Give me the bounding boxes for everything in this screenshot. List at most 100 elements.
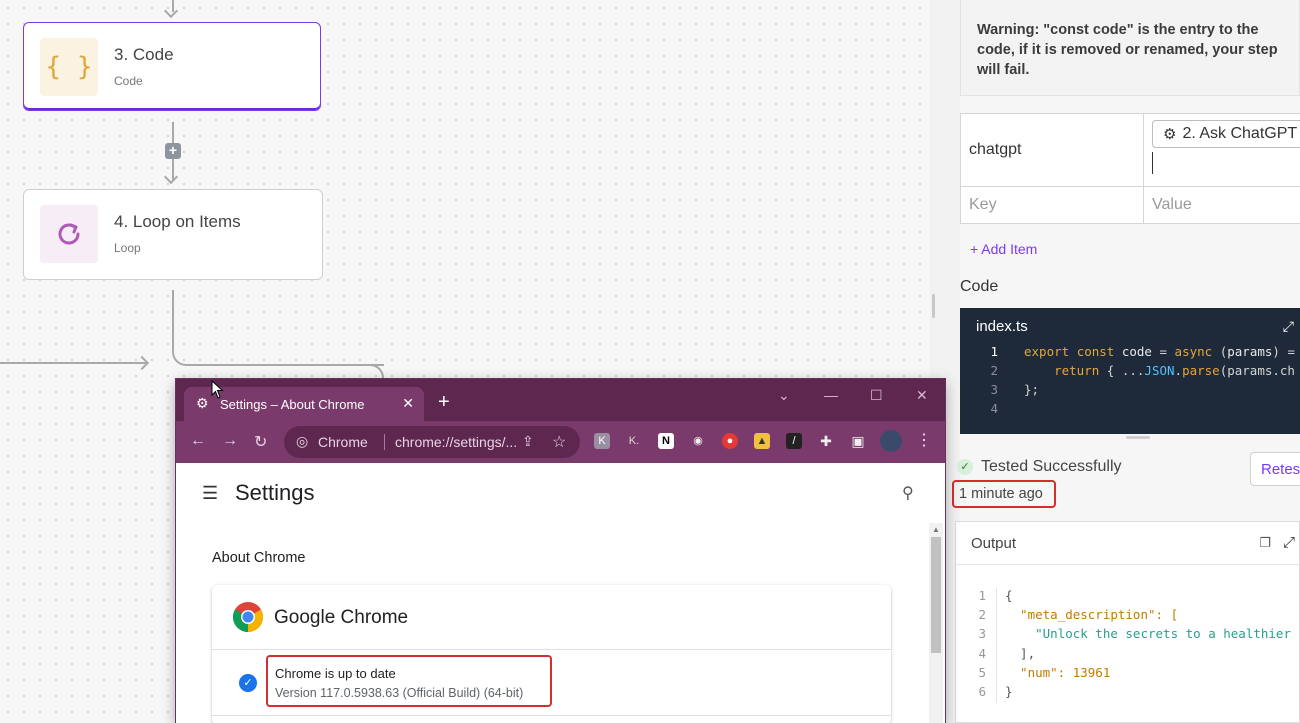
connector-left — [0, 362, 146, 364]
json-line: 1{ — [956, 588, 1291, 608]
about-card: Google Chrome ✓ Chrome is up to date Ver… — [212, 585, 891, 723]
input-value[interactable]: ⚙ 2. Ask ChatGPT — [1144, 114, 1300, 186]
bookmark-star-icon[interactable]: ☆ — [552, 432, 566, 452]
line-number: 3 — [990, 382, 998, 397]
flow-node-code[interactable]: { } 3. Code Code — [23, 22, 321, 111]
node-subtitle: Code — [114, 74, 143, 88]
forward-icon[interactable]: → — [222, 432, 238, 450]
input-row-empty: Key Value — [961, 187, 1300, 223]
update-status: Chrome is up to date Version 117.0.5938.… — [266, 655, 552, 707]
extension-icon[interactable]: / — [786, 433, 802, 449]
node-title: 4. Loop on Items — [114, 212, 241, 231]
code-text: return { ...JSON.parse(params.ch — [1054, 363, 1295, 378]
code-label: Code — [960, 278, 999, 295]
extension-icon[interactable]: ▲ — [754, 433, 770, 449]
close-window-button[interactable]: ✕ — [916, 387, 928, 404]
json-line: 5 "num": 13961 — [956, 664, 1291, 684]
json-line: 3 "Unlock the secrets to a healthier — [956, 626, 1291, 646]
status-text: Tested Successfully — [981, 458, 1122, 475]
reload-icon[interactable]: ↻ — [254, 432, 267, 452]
input-row: chatgpt ⚙ 2. Ask ChatGPT — [961, 114, 1300, 187]
maximize-button[interactable]: ☐ — [870, 387, 883, 404]
code-line: 3}; — [960, 382, 1300, 401]
product-name: Google Chrome — [274, 607, 409, 628]
text-cursor — [1152, 152, 1153, 174]
check-circle-icon: ✓ — [239, 674, 257, 692]
chrome-window[interactable]: ⚙ Settings – About Chrome ✕ + ⌄ — ☐ ✕ ← … — [176, 379, 945, 723]
loop-icon — [40, 205, 98, 263]
json-line: 2 "meta_description": [ — [956, 607, 1291, 627]
editor-resize-grip[interactable] — [1126, 436, 1150, 439]
value-field[interactable]: Value — [1144, 187, 1300, 223]
output-header: Output ❐ ⤢ — [956, 522, 1299, 565]
add-item-button[interactable]: + Add Item — [970, 241, 1037, 257]
connector-curve — [172, 330, 384, 366]
input-key[interactable]: chatgpt — [961, 114, 1144, 186]
extensions-puzzle-icon[interactable]: ✚ — [818, 433, 834, 449]
tab-search-icon[interactable]: ⌄ — [778, 387, 790, 404]
check-circle-icon: ✓ — [957, 459, 973, 475]
section-heading: About Chrome — [212, 550, 306, 566]
page-title: Settings — [235, 480, 315, 505]
expand-icon[interactable]: ⤢ — [1283, 318, 1294, 335]
retest-button[interactable]: Retes — [1250, 452, 1300, 486]
output-json[interactable]: 1{ 2 "meta_description": [ 3 "Unlock the… — [956, 588, 1291, 704]
add-step-button[interactable]: + — [165, 143, 181, 159]
version-text: Version 117.0.5938.63 (Official Build) (… — [275, 686, 524, 700]
omnibox-url[interactable]: chrome://settings/... — [384, 434, 517, 450]
divider — [212, 649, 891, 650]
node-title: 3. Code — [114, 45, 174, 64]
chip-label: 2. Ask ChatGPT — [1182, 125, 1298, 142]
menu-dots-icon[interactable]: ⋮ — [916, 433, 932, 449]
avatar[interactable] — [880, 430, 902, 452]
flow-node-loop[interactable]: 4. Loop on Items Loop — [23, 189, 323, 280]
scrollbar[interactable]: ▲ — [929, 523, 943, 723]
back-icon[interactable]: ← — [190, 432, 206, 450]
scroll-up-icon[interactable]: ▲ — [932, 525, 940, 534]
code-braces-icon: { } — [40, 38, 98, 96]
code-editor[interactable]: index.ts ⤢ 1 export const code = async (p… — [960, 308, 1300, 434]
copy-icon[interactable]: ❐ — [1259, 535, 1271, 551]
tab-title: Settings – About Chrome — [220, 397, 365, 412]
expand-icon[interactable]: ⤢ — [1283, 534, 1295, 551]
extension-icon[interactable]: K. — [626, 433, 642, 449]
test-status: ✓ Tested Successfully — [957, 458, 1122, 476]
extension-icon[interactable]: ◉ — [690, 433, 706, 449]
new-tab-button[interactable]: + — [438, 391, 450, 414]
code-line: 2 return { ...JSON.parse(params.ch — [960, 363, 1300, 382]
key-field[interactable]: Key — [961, 187, 1144, 223]
update-status-text: Chrome is up to date — [275, 666, 396, 681]
side-panel-icon[interactable]: ▣ — [850, 433, 866, 449]
chrome-logo-icon — [232, 602, 264, 632]
resize-handle[interactable] — [932, 294, 935, 318]
chrome-titlebar[interactable]: ⚙ Settings – About Chrome ✕ + ⌄ — ☐ ✕ — [176, 379, 945, 421]
chrome-site-icon: ◎ — [296, 433, 309, 449]
inputs-table: chatgpt ⚙ 2. Ask ChatGPT Key Value — [960, 113, 1300, 224]
notion-icon[interactable]: N — [658, 433, 674, 449]
omnibox[interactable]: ◎ Chrome chrome://settings/... ⇪ ☆ — [284, 426, 580, 458]
share-icon[interactable]: ⇪ — [522, 433, 534, 450]
code-line: 4 — [960, 401, 1300, 420]
json-line: 4 ], — [956, 645, 1291, 665]
editor-filename: index.ts — [976, 318, 1028, 335]
scrollbar-thumb[interactable] — [931, 537, 941, 653]
step-reference-chip[interactable]: ⚙ 2. Ask ChatGPT — [1152, 120, 1300, 148]
code-text: export const code = async (params) = — [1024, 344, 1295, 359]
line-number: 4 — [990, 401, 998, 416]
search-icon[interactable]: ⚲ — [902, 483, 914, 503]
gear-icon: ⚙ — [196, 395, 209, 411]
minimize-button[interactable]: — — [824, 387, 838, 403]
settings-header: ☰ Settings ⚲ — [176, 463, 945, 523]
extension-icon[interactable]: K — [594, 433, 610, 449]
step-settings-panel: Warning: "const code" is the entry to th… — [952, 0, 1300, 723]
json-line: 6} — [956, 683, 1291, 704]
output-title: Output — [971, 535, 1017, 552]
editor-lines[interactable]: 1 export const code = async (params) = 2 … — [960, 344, 1300, 420]
menu-icon[interactable]: ☰ — [202, 483, 218, 504]
tested-time: 1 minute ago — [952, 480, 1056, 508]
pokeball-icon[interactable]: ● — [722, 433, 738, 449]
close-tab-icon[interactable]: ✕ — [402, 395, 414, 412]
output-panel: Output ❐ ⤢ 1{ 2 "meta_description": [ 3 … — [955, 521, 1300, 723]
value-placeholder: Value — [1152, 196, 1192, 213]
